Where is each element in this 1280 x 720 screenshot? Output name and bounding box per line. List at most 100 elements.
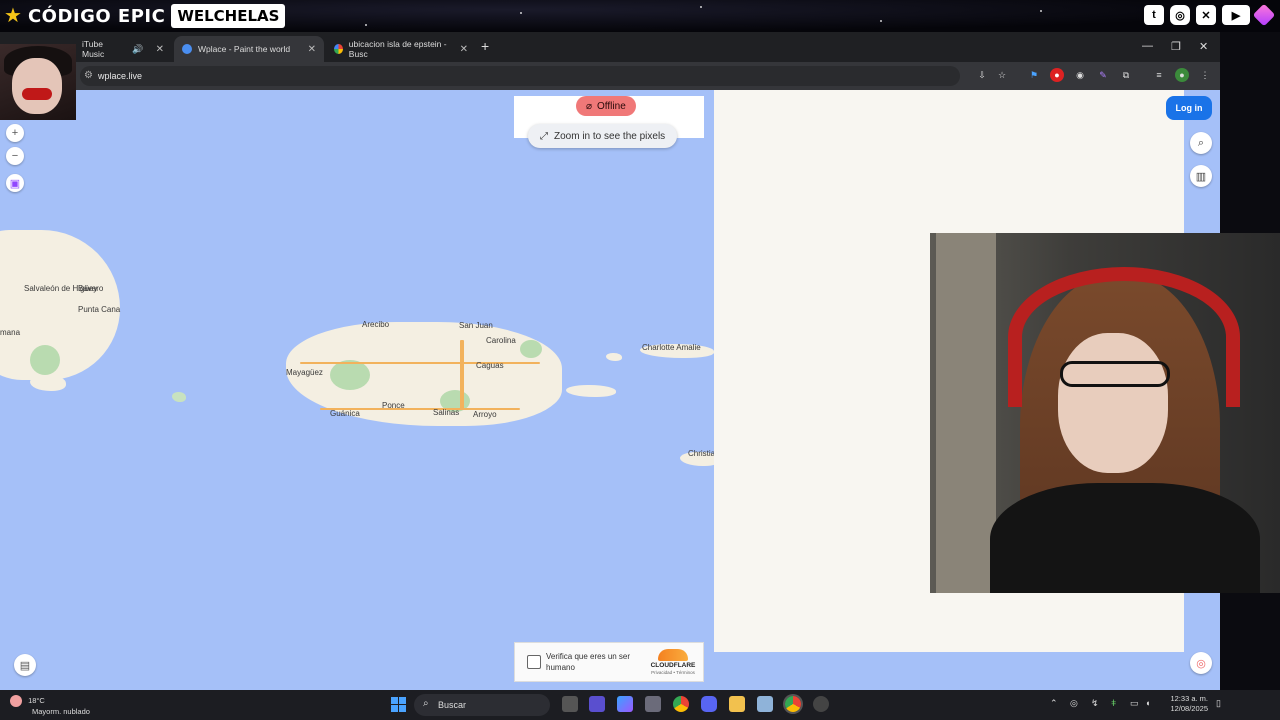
tab-label: Wplace - Paint the world — [198, 44, 291, 54]
cloudflare-captcha: Verifica que eres un ser humano CLOUDFLA… — [514, 642, 704, 682]
tab-search[interactable]: ubicacion isla de epstein - Busc ✕ — [326, 36, 476, 62]
city-label: Salinas — [433, 408, 460, 417]
city-label: Arroyo — [473, 410, 497, 419]
city-label: Mayagüez — [286, 368, 323, 377]
tab-label: ubicacion isla de epstein - Busc — [348, 39, 447, 59]
speaker-icon: 🔊 — [132, 43, 144, 54]
park — [330, 360, 370, 390]
road — [460, 340, 464, 410]
youtube-icon: ▶ — [1222, 5, 1250, 25]
island-vieques — [566, 385, 616, 397]
profile-icon[interactable]: ● — [1175, 68, 1189, 82]
notification-icon[interactable]: ▯ — [1216, 698, 1221, 709]
search-icon: ⌕ — [423, 698, 429, 709]
taskbar-search[interactable]: Buscar — [414, 694, 550, 716]
search-map-icon[interactable]: ⌕ — [1190, 132, 1212, 154]
volume-icon[interactable]: ◖ — [1145, 698, 1150, 708]
social-icons: t ◎ ✕ ▶ — [1144, 3, 1276, 27]
park — [30, 345, 60, 375]
screen: ★ CÓDIGO EPIC WELCHELAS t ◎ ✕ ▶ iTube Mu… — [0, 0, 1280, 720]
island-saona — [30, 375, 66, 391]
zoom-icon: ⤢ — [540, 130, 548, 142]
stream-overlay-banner: ★ CÓDIGO EPIC WELCHELAS t ◎ ✕ ▶ — [0, 0, 1280, 32]
browser-tabstrip: iTube Music 🔊 ✕ Wplace - Paint the world… — [0, 32, 1220, 62]
close-icon[interactable]: ✕ — [156, 44, 164, 55]
twitch-icon: t — [1144, 5, 1164, 25]
cloudflare-logo: CLOUDFLARE Privacidad • Términos — [647, 649, 699, 675]
extension-icon[interactable]: ✎ — [1096, 68, 1110, 82]
maximize-icon[interactable]: ❐ — [1171, 40, 1181, 53]
tray-icon[interactable]: ◎ — [1070, 698, 1078, 709]
wplace-favicon-icon — [182, 44, 192, 54]
mic-icon[interactable]: ǂ — [1111, 698, 1116, 708]
extension-icon[interactable]: ⚑ — [1027, 68, 1041, 82]
locate-icon[interactable]: ◎ — [1190, 652, 1212, 674]
tab-wplace[interactable]: Wplace - Paint the world ✕ — [174, 36, 324, 62]
media-icon[interactable]: ≡ — [1152, 68, 1166, 82]
discord-icon[interactable] — [701, 696, 717, 712]
twitter-icon: ✕ — [1196, 5, 1216, 25]
star-icon: ★ — [4, 5, 22, 27]
login-button[interactable]: Log in — [1166, 96, 1212, 120]
new-tab-button[interactable]: + — [481, 38, 489, 54]
island-mona — [172, 392, 186, 402]
weather-widget[interactable]: 18°C Mayorm. nublado — [10, 695, 90, 717]
window-close-icon[interactable]: ✕ — [1199, 40, 1208, 53]
menu-icon[interactable]: ⋮ — [1198, 68, 1212, 82]
brand-logo: ★ CÓDIGO EPIC WELCHELAS — [4, 4, 286, 28]
brand-text: CÓDIGO EPIC — [27, 5, 166, 27]
info-button[interactable]: ▤ — [14, 654, 36, 676]
city-label: Punta Cana — [78, 305, 121, 314]
tray-chevron-icon[interactable]: ⌃ — [1050, 698, 1058, 709]
city-label: Guánica — [330, 409, 360, 418]
city-label: San Juan — [459, 321, 493, 330]
world-map[interactable]: Salvaleón de Higüey Bávaro Punta Cana ma… — [0, 90, 714, 690]
start-button[interactable] — [391, 697, 406, 712]
cloud-icon — [658, 649, 688, 661]
captcha-links[interactable]: Privacidad • Términos — [647, 670, 699, 675]
windows-taskbar: 18°C Mayorm. nublado Buscar ⌕ ⌃ ◎ ↯ ǂ ▭ … — [0, 690, 1280, 720]
tab-label: iTube Music — [82, 39, 105, 59]
chrome-icon[interactable] — [673, 696, 689, 712]
task-view-icon[interactable] — [562, 696, 578, 712]
offline-badge: ⌀ Offline — [576, 96, 636, 116]
folder-icon[interactable] — [729, 696, 745, 712]
network-icon[interactable]: ▭ — [1130, 698, 1139, 709]
gem-icon — [1252, 3, 1276, 27]
app-icon[interactable] — [589, 696, 605, 712]
close-icon[interactable]: ✕ — [308, 44, 316, 55]
extension-icon[interactable]: ◉ — [1073, 68, 1087, 82]
map-strip-bottom — [714, 652, 1220, 690]
island-puerto-rico — [286, 322, 562, 426]
chrome-active-icon[interactable] — [785, 696, 801, 712]
settings-icon[interactable] — [645, 696, 661, 712]
zoom-in-button[interactable]: + — [6, 124, 24, 142]
copilot-icon[interactable] — [617, 696, 633, 712]
extension-icon[interactable]: ● — [1050, 68, 1064, 82]
twitch-icon[interactable]: ▣ — [6, 174, 24, 192]
clock[interactable]: 12:33 a. m. 12/08/2025 — [1166, 694, 1208, 714]
zoom-out-button[interactable]: − — [6, 147, 24, 165]
close-icon[interactable]: ✕ — [460, 44, 468, 55]
city-label: mana — [0, 328, 21, 337]
tray-icon[interactable]: ↯ — [1091, 698, 1099, 709]
url-text: wplace.live — [98, 71, 143, 81]
city-label: Ponce — [382, 401, 405, 410]
app-icon[interactable] — [813, 696, 829, 712]
puzzle-icon[interactable]: ⧉ — [1119, 68, 1133, 82]
zoom-hint[interactable]: ⤢ Zoom in to see the pixels — [528, 124, 678, 148]
webcam-streamer — [930, 233, 1280, 593]
minimize-icon[interactable]: — — [1142, 40, 1153, 52]
tab-music[interactable]: iTube Music 🔊 ✕ — [74, 36, 172, 62]
city-label: Carolina — [486, 336, 516, 345]
install-icon[interactable]: ⇩ — [975, 68, 989, 82]
url-field[interactable]: wplace.live — [80, 66, 960, 86]
bookmark-star-icon[interactable]: ☆ — [995, 68, 1009, 82]
site-settings-icon[interactable]: ⚙ — [84, 70, 93, 81]
brand-sub: WELCHELAS — [171, 4, 286, 28]
city-label: Charlotte Amalie — [642, 343, 701, 352]
captcha-checkbox[interactable] — [527, 655, 541, 669]
leaderboard-icon[interactable]: ▥ — [1190, 165, 1212, 187]
road — [300, 362, 540, 364]
photos-icon[interactable] — [757, 696, 773, 712]
